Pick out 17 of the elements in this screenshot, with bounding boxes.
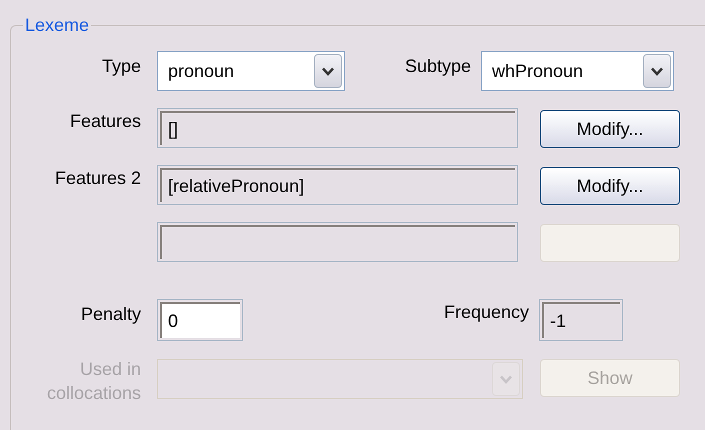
field-label: Penalty: [80, 303, 141, 326]
field-label: Subtype: [404, 55, 471, 78]
features-field[interactable]: [157, 222, 518, 262]
field-label: Type: [100, 55, 141, 78]
group-title: Lexeme: [24, 14, 90, 37]
subtype-dropdown[interactable]: whPronoun: [481, 51, 674, 91]
field-label: Features: [70, 110, 141, 132]
field-label: Used in collocations: [46, 358, 141, 406]
frequency-field[interactable]: -1: [539, 299, 623, 341]
features-field[interactable]: [relativePronoun]: [157, 165, 518, 205]
modify-button[interactable]: Modify...: [540, 110, 680, 148]
field-label: Features 2: [54, 167, 141, 190]
modify-button[interactable]: Modify...: [540, 167, 680, 205]
type-dropdown[interactable]: pronoun: [157, 51, 345, 91]
penalty-field[interactable]: 0: [157, 299, 243, 341]
features-field[interactable]: []: [157, 108, 518, 148]
field-label: Frequency: [442, 301, 529, 324]
